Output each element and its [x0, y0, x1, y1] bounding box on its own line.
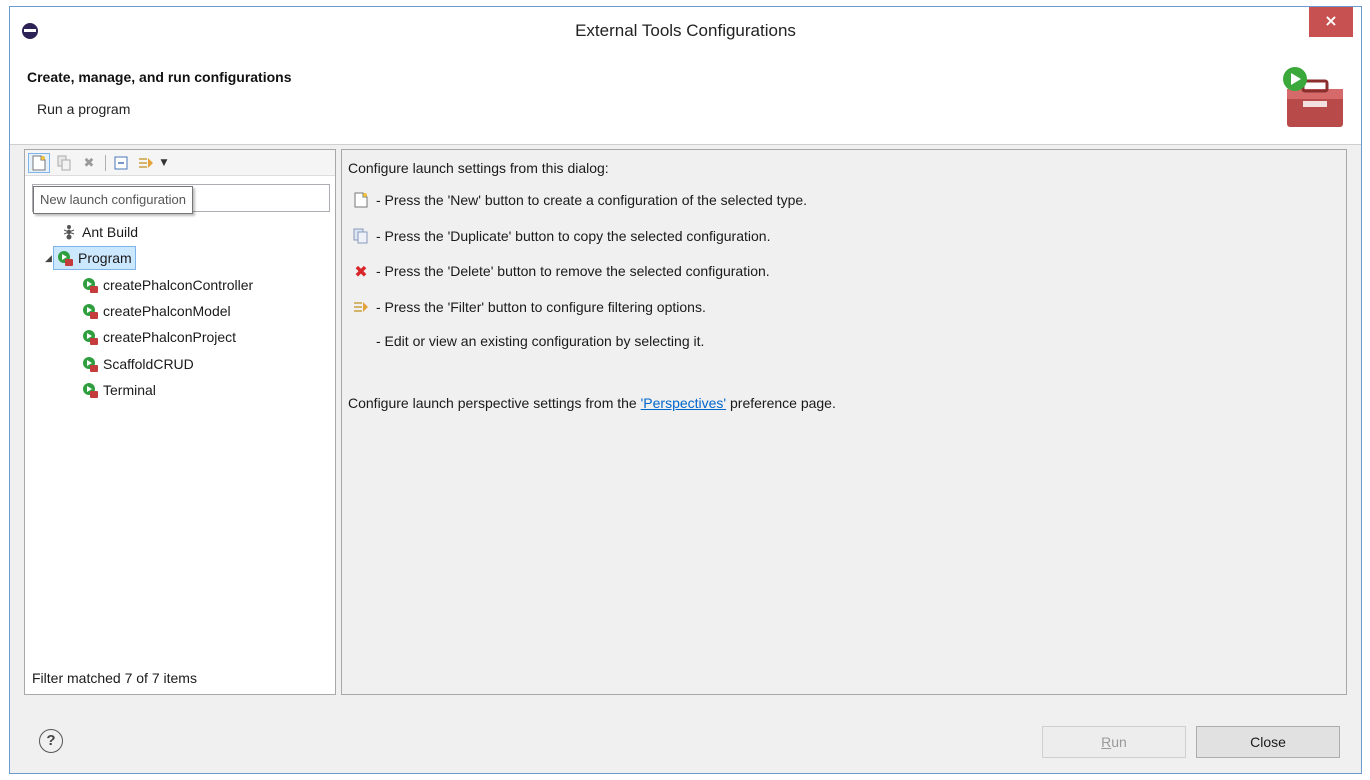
tree-item-label: Ant Build: [82, 224, 139, 240]
program-icon: [80, 381, 100, 399]
close-button[interactable]: Close: [1196, 726, 1340, 758]
tree-item-label: Program: [78, 250, 132, 266]
info-panel: Configure launch settings from this dial…: [341, 149, 1347, 695]
info-perspectives: Configure launch perspective settings fr…: [348, 395, 836, 411]
info-line-duplicate: - Press the 'Duplicate' button to copy t…: [350, 226, 770, 246]
toolbox-run-icon: [1283, 67, 1343, 127]
view-menu-dropdown[interactable]: ▼: [157, 153, 171, 173]
collapse-all-icon: [114, 156, 128, 170]
program-icon: [80, 328, 100, 346]
filter-icon: [350, 297, 372, 317]
dropdown-icon: ▼: [160, 158, 168, 168]
header-subtitle: Run a program: [37, 101, 131, 117]
header-title: Create, manage, and run configurations: [27, 69, 292, 85]
tree-item-create-phalcon-controller[interactable]: createPhalconController: [80, 273, 253, 297]
configuration-tree-panel: ✖ ▼ New launch configuration Ant Build ◢…: [24, 149, 336, 695]
tree-item-label: createPhalconController: [103, 277, 254, 293]
tree-item-scaffold-crud[interactable]: ScaffoldCRUD: [80, 352, 194, 376]
duplicate-button[interactable]: [53, 153, 75, 173]
program-icon: [80, 355, 100, 373]
filter-icon: [139, 158, 153, 168]
tree-item-label: ScaffoldCRUD: [103, 356, 194, 372]
tree-item-label: Terminal: [103, 382, 156, 398]
delete-button[interactable]: ✖: [78, 153, 100, 173]
program-icon: [55, 249, 75, 267]
collapse-all-button[interactable]: [110, 153, 132, 173]
new-config-button[interactable]: [28, 153, 50, 173]
tree-toolbar: ✖ ▼: [25, 150, 335, 176]
perspectives-link[interactable]: 'Perspectives': [641, 395, 727, 411]
delete-icon: ✖: [83, 155, 95, 171]
filter-button[interactable]: [135, 153, 157, 173]
new-config-icon: [32, 155, 46, 171]
tree-item-program[interactable]: Program: [53, 246, 136, 270]
run-button[interactable]: Run: [1042, 726, 1186, 758]
tree-item-label: createPhalconModel: [103, 303, 231, 319]
program-icon: [80, 302, 100, 320]
ant-icon: [59, 223, 79, 241]
info-line-new: - Press the 'New' button to create a con…: [350, 190, 807, 210]
filter-status-text: Filter matched 7 of 7 items: [32, 670, 197, 686]
title-bar: External Tools Configurations ×: [10, 7, 1361, 55]
duplicate-icon: [350, 226, 372, 246]
tree-item-label: createPhalconProject: [103, 329, 237, 345]
info-line-filter: - Press the 'Filter' button to configure…: [350, 297, 706, 317]
tree-expand-arrow-icon[interactable]: ◢: [45, 254, 52, 264]
delete-icon: ✖: [354, 261, 368, 281]
duplicate-icon: [57, 155, 71, 171]
new-launch-tooltip: New launch configuration: [33, 186, 193, 214]
info-line-delete: ✖ - Press the 'Delete' button to remove …: [350, 261, 769, 281]
dialog-window: External Tools Configurations × Create, …: [9, 6, 1362, 774]
info-line-edit: - Edit or view an existing configuration…: [376, 333, 705, 349]
window-title: External Tools Configurations: [575, 21, 796, 40]
tree-item-ant-build[interactable]: Ant Build: [59, 220, 138, 244]
help-button[interactable]: ?: [39, 729, 63, 753]
tree-item-create-phalcon-model[interactable]: createPhalconModel: [80, 299, 231, 323]
tree-item-create-phalcon-project[interactable]: createPhalconProject: [80, 325, 236, 349]
toolbar-separator: [105, 155, 106, 171]
window-close-button[interactable]: ×: [1309, 7, 1353, 37]
program-icon: [80, 276, 100, 294]
dialog-header: Create, manage, and run configurations R…: [10, 55, 1361, 145]
info-intro: Configure launch settings from this dial…: [348, 160, 609, 176]
tree-item-terminal[interactable]: Terminal: [80, 378, 156, 402]
new-config-icon: [350, 190, 372, 210]
